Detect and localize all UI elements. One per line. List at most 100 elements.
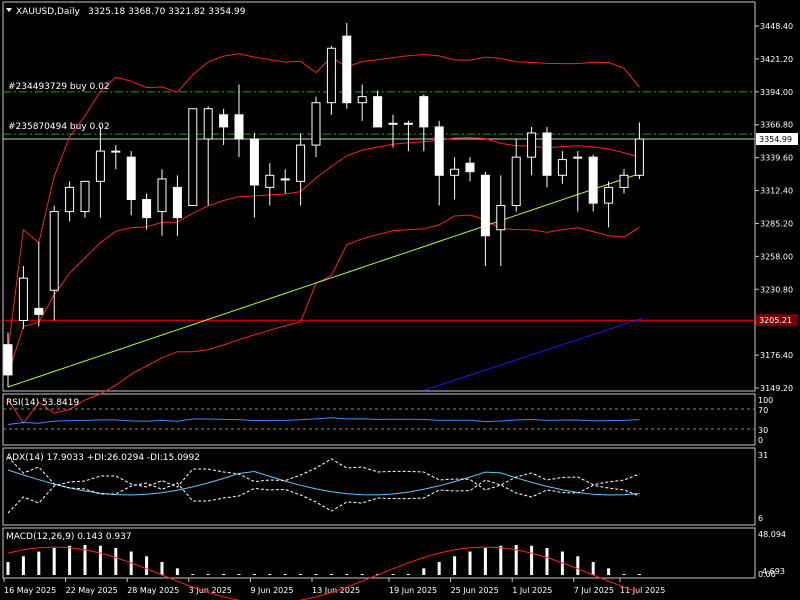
macd-histogram-bar — [206, 574, 210, 575]
candle-bull — [280, 178, 290, 181]
macd-histogram-bar — [468, 551, 472, 575]
bollinger-lower — [7, 214, 640, 425]
candle-bull — [450, 168, 460, 176]
candle-bull — [604, 186, 614, 204]
bollinger-upper — [7, 53, 640, 351]
candle-bull — [557, 159, 567, 176]
macd-histogram-bar — [252, 574, 256, 575]
candle-bull — [388, 122, 398, 125]
macd-histogram-bar — [52, 547, 56, 575]
macd-level-top: 48.094 — [758, 530, 786, 539]
time-label: 9 Jun 2025 — [250, 586, 293, 595]
macd-histogram-bar — [191, 574, 195, 575]
chart-grid: 3448.40 3421.20 3394.00 3366.80 3339.60 3312.… — [3, 22, 793, 595]
price-tick-label: 3339.60 — [760, 154, 793, 163]
macd-histogram-bar — [98, 545, 102, 575]
macd-histogram-bar — [145, 556, 149, 575]
rsi-line — [7, 417, 640, 425]
candle-bear — [249, 138, 259, 186]
time-label: 25 Jun 2025 — [451, 586, 499, 595]
order-label-1[interactable]: #234493729 buy 0.02 — [8, 82, 110, 92]
candle-bull — [511, 156, 521, 207]
macd-histogram-bar — [422, 568, 426, 575]
candle-bear — [172, 186, 182, 219]
macd-histogram-bar — [68, 545, 72, 575]
candle-bull — [496, 205, 506, 231]
candle-bear — [588, 156, 598, 204]
moving-average — [7, 173, 640, 388]
candle-bear — [219, 114, 229, 128]
macd-histogram-bar — [283, 574, 287, 575]
candle-bull — [111, 150, 121, 153]
macd-histogram-bar — [499, 545, 503, 575]
macd-level-zero: 0.00 — [758, 570, 776, 579]
candle-bull — [634, 138, 644, 176]
time-label: 1 Jul 2025 — [512, 586, 552, 595]
price-tick-label: 3312.40 — [760, 187, 793, 196]
candle-bear — [480, 174, 490, 237]
rsi-level-30: 30 — [758, 426, 768, 435]
macd-histogram-bar — [483, 547, 487, 575]
price-tick-label: 3176.40 — [760, 351, 793, 360]
macd-histogram-bar — [622, 574, 626, 575]
candle-bull — [326, 47, 336, 104]
candle-bull — [403, 122, 413, 125]
candle-bear — [142, 198, 152, 219]
macd-histogram-bar — [576, 556, 580, 575]
order-label-2[interactable]: #235870494 buy 0.02 — [8, 122, 110, 132]
macd-histogram-bar — [21, 556, 25, 575]
candle-bull — [95, 150, 105, 182]
support-price-label: 3205.21 — [759, 316, 792, 325]
symbol-timeframe: XAUUSD,Daily — [16, 7, 80, 17]
rsi-level-100: 100 — [758, 396, 773, 405]
candle-bull — [296, 144, 306, 182]
candle-bull — [65, 186, 75, 213]
macd-histogram-bar — [545, 547, 549, 575]
candle-bear — [373, 96, 383, 128]
macd-histogram-bar — [37, 551, 41, 575]
candle-bull — [311, 102, 321, 146]
macd-histogram-bar — [530, 545, 534, 575]
ohlc-readout: 3325.18 3368.70 3321.82 3354.99 — [88, 7, 246, 17]
macd-histogram-bar — [160, 561, 164, 575]
macd-histogram-bar — [175, 568, 179, 575]
macd-histogram-bar — [237, 574, 241, 575]
macd-histogram-bar — [329, 574, 333, 575]
macd-histogram-bar — [607, 568, 611, 575]
macd-histogram-bar — [268, 574, 272, 575]
macd-histogram-bar — [453, 556, 457, 575]
macd-histogram-bar — [345, 574, 349, 575]
macd-histogram-bar — [222, 574, 226, 575]
price-tick-label: 3258.00 — [760, 252, 793, 261]
adx-title: ADX(14) 17.9033 +DI:26.0294 -DI:15.0992 — [6, 453, 200, 463]
dropdown-triangle-icon[interactable] — [6, 8, 12, 12]
candle-bear — [3, 344, 13, 376]
time-label: 7 Jul 2025 — [574, 586, 614, 595]
price-tick-label: 3149.20 — [760, 384, 793, 393]
trendline[interactable] — [424, 317, 644, 391]
macd-histogram-bar — [360, 574, 364, 575]
adx-level-bottom: 6 — [758, 514, 763, 523]
candle-bull — [49, 211, 59, 291]
price-tick-label: 3448.40 — [760, 22, 793, 31]
price-tick-label: 3285.20 — [760, 219, 793, 228]
macd-histogram-bar — [114, 547, 118, 575]
chart-svg[interactable]: 3448.40 3421.20 3394.00 3366.80 3339.60 3312.… — [0, 0, 800, 600]
candle-bear — [342, 35, 352, 104]
candle-bear — [126, 156, 136, 200]
macd-histogram-bar — [299, 574, 303, 575]
candle-bear — [434, 126, 444, 176]
time-label: 28 May 2025 — [127, 586, 179, 595]
indicator-lines: 3205.21 3354.99 — [3, 53, 798, 425]
bid-price-label: 3354.99 — [759, 135, 792, 144]
candle-bear — [542, 132, 552, 176]
price-tick-label: 3366.80 — [760, 121, 793, 130]
candle-bull — [527, 132, 537, 158]
rsi-level-70: 70 — [758, 406, 768, 415]
macd-histogram-bar — [314, 574, 318, 575]
candle-bull — [265, 174, 275, 188]
candle-bull — [157, 178, 167, 213]
macd-title: MACD(12,26,9) 0.143 0.937 — [6, 532, 132, 542]
candle-bull — [619, 174, 629, 188]
indicator-panels — [3, 408, 755, 600]
